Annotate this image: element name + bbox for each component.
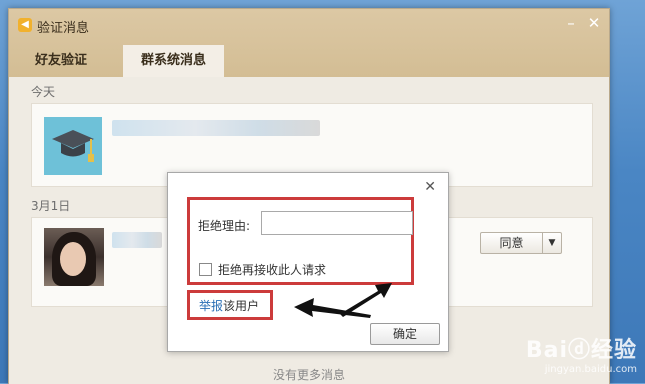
tab-friend-verification[interactable]: 好友验证: [17, 45, 105, 77]
date-label-today: 今天: [31, 85, 56, 99]
minimize-button[interactable]: –: [563, 15, 579, 31]
block-requests-checkbox[interactable]: [199, 263, 212, 276]
graduation-cap-icon: [52, 130, 94, 162]
checkbox-label: 拒绝再接收此人请求: [218, 263, 327, 277]
speaker-icon: ◀: [18, 18, 32, 32]
report-link[interactable]: 举报: [199, 299, 223, 313]
agree-split-button[interactable]: 同意 ▼: [480, 232, 562, 254]
watermark-logo: Baiⓓ经验: [525, 338, 637, 363]
reason-label: 拒绝理由:: [198, 219, 251, 233]
avatar[interactable]: [44, 117, 102, 175]
sender-name-blurred: [112, 120, 320, 136]
ok-button[interactable]: 确定: [370, 323, 440, 345]
avatar[interactable]: [44, 228, 104, 286]
title-bar: ◀ 验证消息 – ✕ 好友验证 群系统消息: [9, 9, 609, 77]
reason-input[interactable]: [261, 211, 413, 235]
close-icon[interactable]: ✕: [424, 179, 436, 195]
tab-group-system-messages[interactable]: 群系统消息: [123, 45, 225, 77]
close-button[interactable]: ✕: [586, 15, 602, 31]
sender-name-blurred: [112, 232, 162, 248]
agree-button[interactable]: 同意: [481, 233, 543, 253]
close-icon: ✕: [587, 14, 601, 32]
watermark-url: jingyan.baidu.com: [544, 364, 637, 375]
dropdown-arrow-icon[interactable]: ▼: [543, 233, 561, 253]
minimize-icon: –: [567, 14, 575, 32]
report-row: 举报该用户: [199, 297, 259, 314]
date-label-march-1: 3月1日: [31, 199, 71, 213]
window-title: 验证消息: [37, 21, 90, 36]
face-shape: [60, 242, 86, 276]
block-requests-option[interactable]: 拒绝再接收此人请求: [199, 261, 326, 278]
baidu-watermark: Baiⓓ经验 jingyan.baidu.com: [526, 332, 637, 375]
report-suffix: 该用户: [223, 299, 260, 313]
reject-dialog: ✕ 拒绝理由: 拒绝再接收此人请求 举报该用户 确定: [167, 172, 449, 352]
no-more-messages: 没有更多消息: [272, 368, 345, 382]
